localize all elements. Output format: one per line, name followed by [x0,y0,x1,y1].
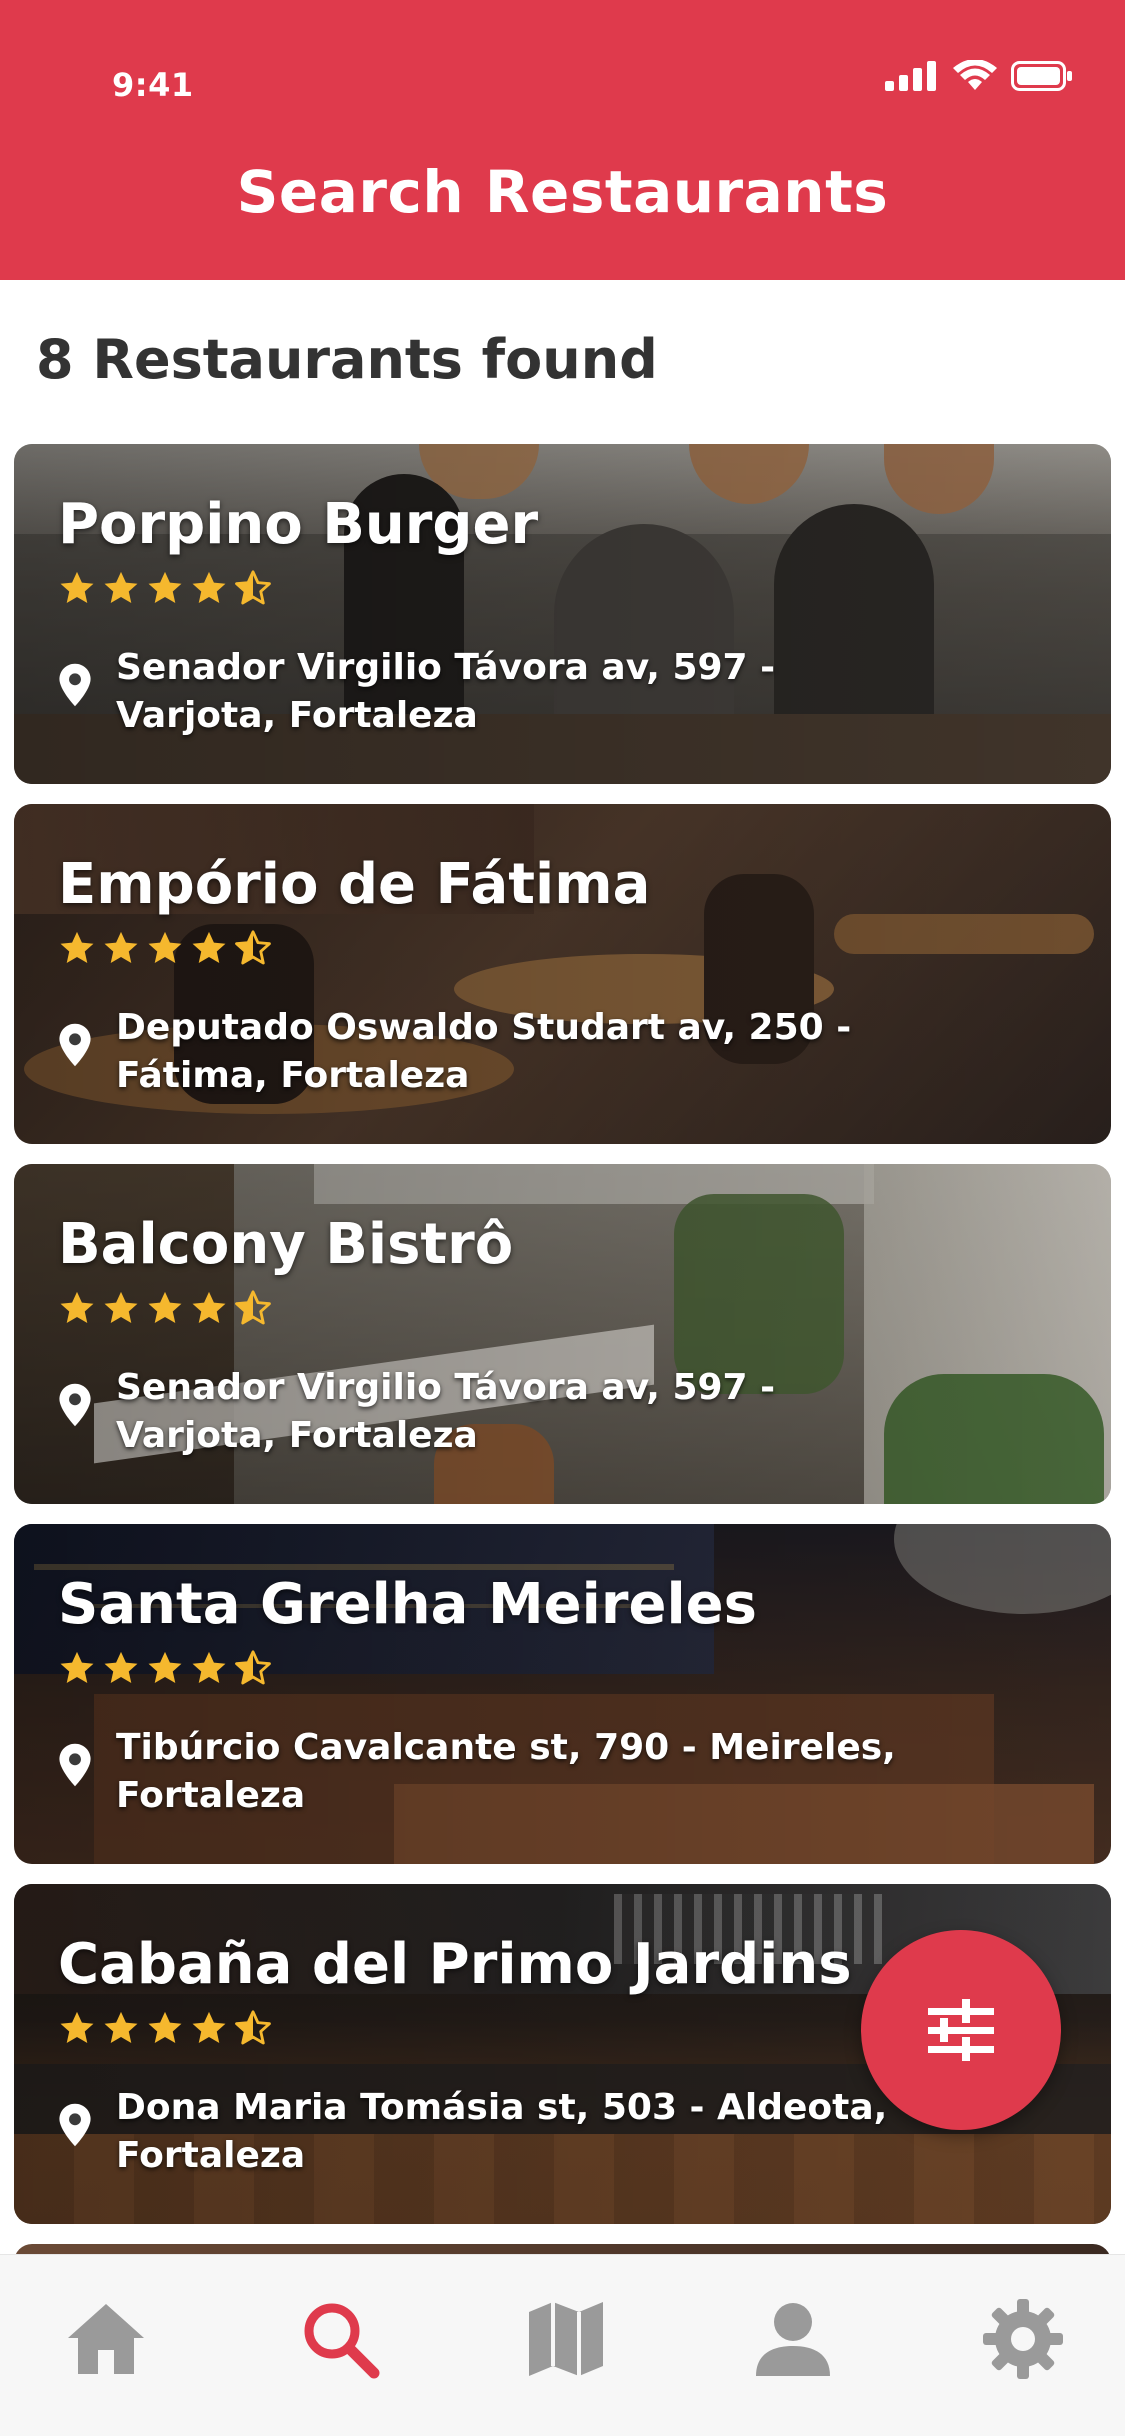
address-text: Senador Virgilio Távora av, 597 - Varjot… [116,647,776,736]
star-icon [190,569,228,607]
rating-stars [58,1289,272,1327]
restaurant-name: Empório de Fátima [58,852,651,917]
location-pin-icon [58,1382,92,1428]
restaurant-name: Santa Grelha Meireles [58,1572,757,1637]
address-text: Tibúrcio Cavalcante st, 790 - Meireles, … [116,1727,896,1816]
star-half-icon [234,1649,272,1687]
star-half-icon [234,1289,272,1327]
tab-home[interactable] [56,2289,156,2389]
star-icon [102,1649,140,1687]
location-pin-icon [58,1742,92,1788]
rating-stars [58,1649,272,1687]
sliders-icon [928,1999,994,2061]
location-pin-icon [58,662,92,708]
restaurant-address: Senador Virgilio Távora av, 597 - Varjot… [58,644,936,740]
star-half-icon [234,569,272,607]
star-icon [146,929,184,967]
star-icon [58,2009,96,2047]
tab-map[interactable] [516,2289,616,2389]
rating-stars [58,2009,272,2047]
star-icon [146,1649,184,1687]
star-icon [190,1649,228,1687]
tab-search[interactable] [290,2289,390,2389]
star-icon [190,1289,228,1327]
search-icon [304,2303,380,2379]
restaurant-name: Porpino Burger [58,492,539,557]
restaurant-card[interactable]: Empório de Fátima Deputado Oswaldo Studa… [14,804,1111,1144]
star-half-icon [234,2009,272,2047]
restaurant-address: Dona Maria Tomásia st, 503 - Aldeota, Fo… [58,2084,936,2180]
restaurant-name: Balcony Bistrô [58,1212,514,1277]
rating-stars [58,569,272,607]
restaurant-address: Tibúrcio Cavalcante st, 790 - Meireles, … [58,1724,936,1820]
user-icon [756,2303,830,2376]
address-text: Senador Virgilio Távora av, 597 - Varjot… [116,1367,776,1456]
restaurant-card[interactable]: Santa Grelha Meireles Tibúrcio Cavalcant… [14,1524,1111,1864]
star-icon [58,1649,96,1687]
tab-settings[interactable] [973,2289,1073,2389]
star-icon [102,929,140,967]
star-half-icon [234,929,272,967]
restaurant-address: Senador Virgilio Távora av, 597 - Varjot… [58,1364,936,1460]
tab-profile[interactable] [743,2289,843,2389]
home-icon [68,2304,144,2374]
rating-stars [58,929,272,967]
star-icon [102,2009,140,2047]
location-pin-icon [58,2102,92,2148]
app-header: 9:41 Search Restaurants [0,0,1125,280]
star-icon [190,929,228,967]
map-icon [529,2302,603,2376]
restaurant-address: Deputado Oswaldo Studart av, 250 - Fátim… [58,1004,936,1100]
address-text: Dona Maria Tomásia st, 503 - Aldeota, Fo… [116,2087,888,2176]
star-icon [102,1289,140,1327]
address-text: Deputado Oswaldo Studart av, 250 - Fátim… [116,1007,852,1096]
restaurant-card[interactable]: Porpino Burger Senador Virgilio Távora a… [14,444,1111,784]
wifi-icon [953,60,997,90]
star-icon [146,569,184,607]
star-icon [102,569,140,607]
battery-icon [1011,61,1072,91]
status-time: 9:41 [112,66,194,104]
location-pin-icon [58,1022,92,1068]
bottom-tab-bar [0,2254,1125,2436]
restaurant-name: Cabaña del Primo Jardins [58,1932,852,1997]
star-icon [58,1289,96,1327]
star-icon [190,2009,228,2047]
star-icon [146,2009,184,2047]
star-icon [58,929,96,967]
star-icon [146,1289,184,1327]
restaurant-card[interactable]: Balcony Bistrô Senador Virgilio Távora a… [14,1164,1111,1504]
filter-button[interactable] [861,1930,1061,2130]
page-title: Search Restaurants [236,158,889,226]
gear-icon [983,2299,1063,2379]
star-icon [58,569,96,607]
status-icons [885,60,1073,92]
results-count: 8 Restaurants found [36,328,658,391]
signal-icon [885,61,936,91]
